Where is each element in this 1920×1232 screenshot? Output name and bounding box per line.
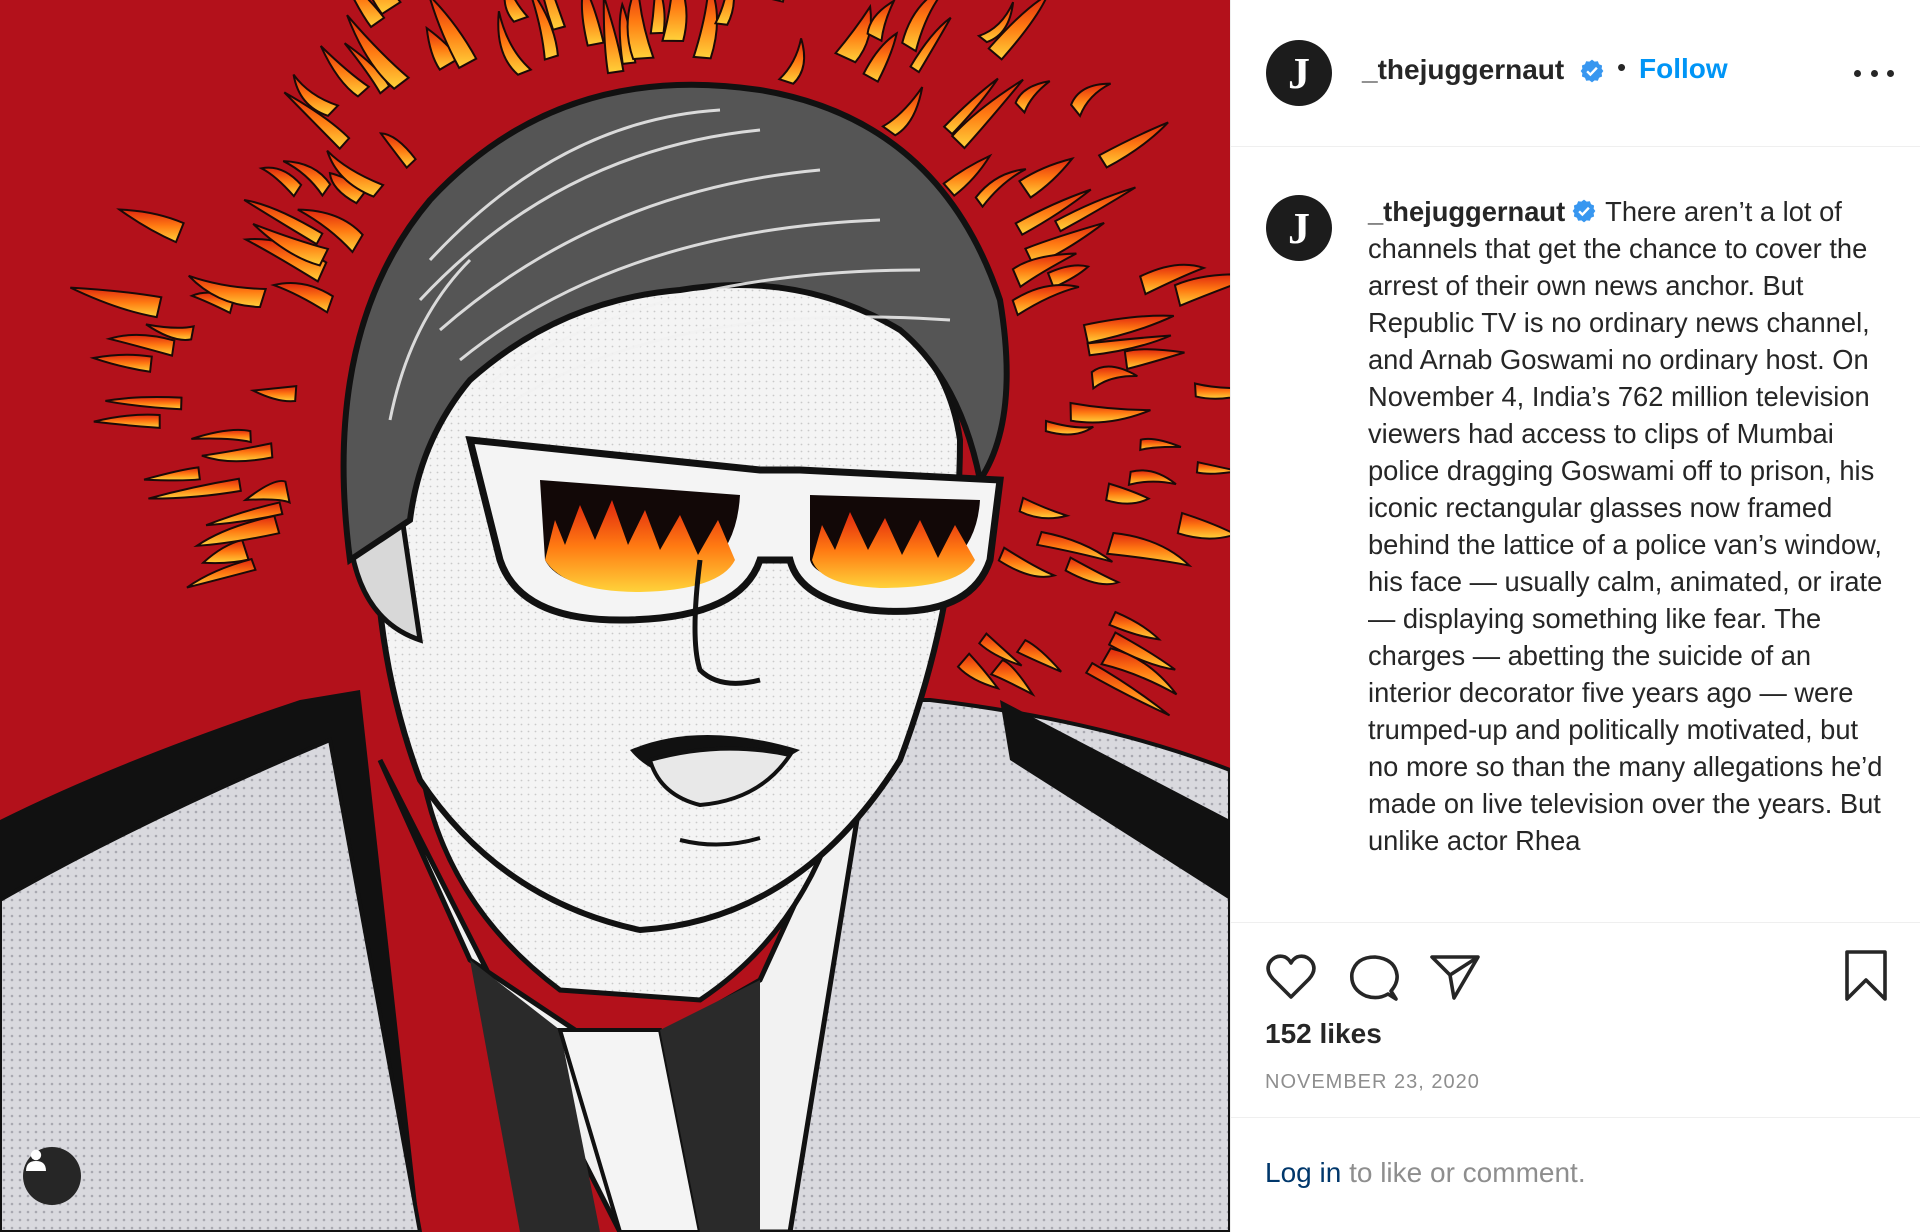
caption-avatar[interactable]: J bbox=[1266, 195, 1332, 261]
caption-username-link[interactable]: _thejuggernaut bbox=[1368, 196, 1565, 227]
more-options-icon[interactable] bbox=[1854, 60, 1894, 86]
post-details-panel: J _thejuggernaut • Follow J _thejuggerna… bbox=[1230, 0, 1920, 1232]
username-link[interactable]: _thejuggernaut bbox=[1362, 54, 1564, 86]
login-prompt: Log in to like or comment. bbox=[1265, 1157, 1586, 1189]
verified-badge-icon bbox=[1580, 59, 1604, 83]
post-header: J _thejuggernaut • Follow bbox=[1231, 0, 1920, 147]
login-link[interactable]: Log in bbox=[1265, 1157, 1341, 1188]
separator-dot: • bbox=[1617, 52, 1627, 82]
user-tag-icon[interactable] bbox=[23, 1147, 81, 1205]
login-prompt-text: to like or comment. bbox=[1341, 1157, 1586, 1188]
caption-area[interactable]: J _thejuggernaut There aren’t a lot of c… bbox=[1231, 147, 1920, 923]
illustration bbox=[0, 0, 1230, 1232]
paper-plane-icon[interactable] bbox=[1429, 953, 1481, 1001]
avatar[interactable]: J bbox=[1266, 40, 1332, 106]
caption-body: There aren’t a lot of channels that get … bbox=[1368, 196, 1883, 856]
heart-icon[interactable] bbox=[1265, 953, 1317, 1001]
comment-bubble-icon[interactable] bbox=[1348, 953, 1400, 1003]
verified-badge-icon bbox=[1572, 199, 1596, 223]
likes-count[interactable]: 152 likes bbox=[1265, 1018, 1382, 1050]
post-date: NOVEMBER 23, 2020 bbox=[1265, 1071, 1480, 1093]
caption: _thejuggernaut There aren’t a lot of cha… bbox=[1368, 193, 1893, 859]
post-image[interactable] bbox=[0, 0, 1230, 1232]
bookmark-icon[interactable] bbox=[1843, 949, 1889, 1003]
post-actions: 152 likes NOVEMBER 23, 2020 bbox=[1231, 923, 1920, 1118]
follow-button[interactable]: Follow bbox=[1639, 53, 1728, 85]
